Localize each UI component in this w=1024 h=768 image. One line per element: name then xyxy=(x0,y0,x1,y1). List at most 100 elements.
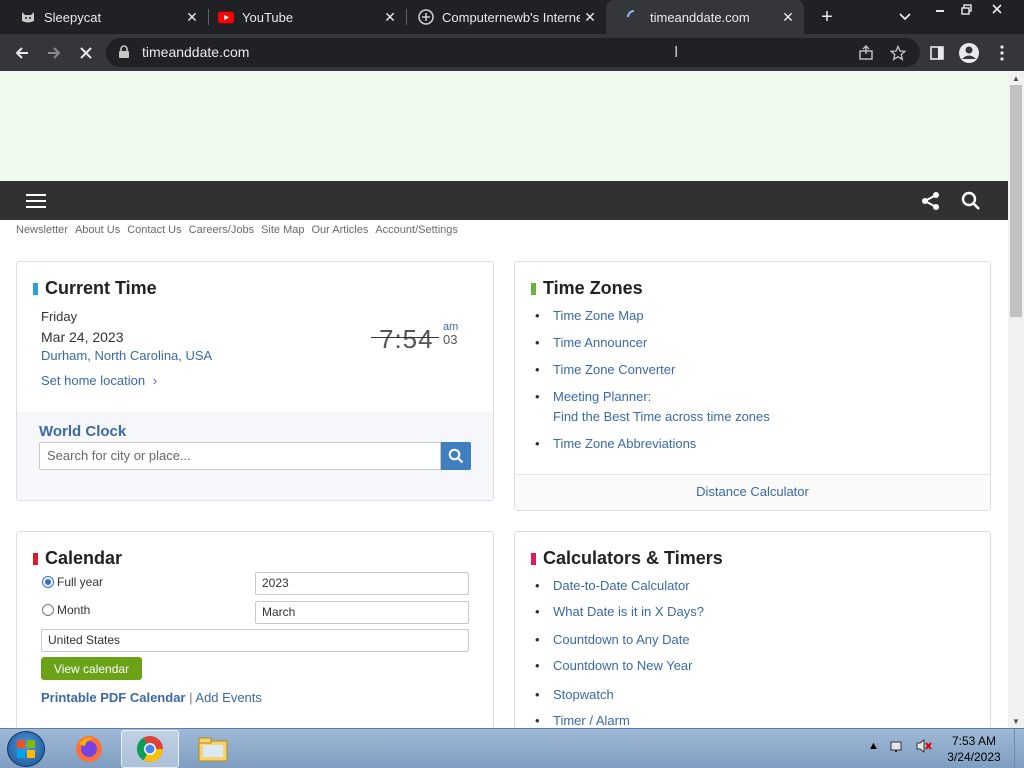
calendar-card: Calendar Full year Month 2023 March Unit… xyxy=(16,531,494,728)
clock-date: 3/24/2023 xyxy=(947,750,1001,764)
explorer-taskbar-button[interactable] xyxy=(184,730,242,768)
close-icon xyxy=(992,4,1002,14)
stop-loading-button[interactable] xyxy=(73,40,99,66)
add-events-link[interactable]: Add Events xyxy=(195,690,262,705)
location-link[interactable]: Durham, North Carolina, USA xyxy=(41,348,212,363)
list-item[interactable]: Time Zone Map xyxy=(535,308,770,323)
taskbar: ▲ 7:53 AM 3/24/2023 xyxy=(0,728,1024,768)
year-field[interactable]: 2023 xyxy=(255,572,469,595)
contact-us-link[interactable]: Contact Us xyxy=(127,224,181,236)
tab-timeanddate[interactable]: timeanddate.com ✕ xyxy=(606,0,804,34)
scroll-down-icon[interactable]: ▼ xyxy=(1008,714,1024,728)
distance-calculator-link[interactable]: Distance Calculator xyxy=(515,474,990,510)
set-home-location-link[interactable]: Set home location › xyxy=(41,373,157,388)
title-accent xyxy=(33,283,38,295)
calculators-card: Calculators & Timers Date-to-Date Calcul… xyxy=(514,531,991,728)
account-settings-link[interactable]: Account/Settings xyxy=(375,224,458,236)
month-radio[interactable] xyxy=(42,604,54,616)
tab-computernewb[interactable]: Computernewb's Internet ✕ xyxy=(398,0,606,34)
calculators-list: Date-to-Date Calculator What Date is it … xyxy=(535,578,704,728)
about-us-link[interactable]: About Us xyxy=(75,224,120,236)
tab-title: timeanddate.com xyxy=(650,9,750,25)
world-clock-section: World Clock Search for city or place... xyxy=(17,412,493,500)
view-calendar-button[interactable]: View calendar xyxy=(41,657,142,680)
forward-button[interactable] xyxy=(41,40,67,66)
close-window-button[interactable] xyxy=(982,0,1012,18)
start-button[interactable] xyxy=(7,731,45,767)
side-panel-button[interactable] xyxy=(924,40,950,66)
printable-pdf-link[interactable]: Printable PDF Calendar xyxy=(41,690,185,705)
page-scrollbar[interactable]: ▲ ▼ xyxy=(1008,71,1024,728)
search-icon[interactable] xyxy=(960,190,982,212)
new-tab-button[interactable]: + xyxy=(815,5,839,29)
show-hidden-icons-icon[interactable]: ▲ xyxy=(868,740,879,752)
arrow-right-icon xyxy=(48,47,61,59)
side-panel-icon xyxy=(930,46,944,60)
minimize-icon xyxy=(936,10,944,12)
card-title: Calendar xyxy=(45,548,123,568)
profile-button[interactable] xyxy=(956,40,982,66)
hamburger-menu-icon[interactable] xyxy=(26,194,46,208)
city-search-button[interactable] xyxy=(441,442,471,470)
menu-button[interactable] xyxy=(989,40,1015,66)
star-icon[interactable] xyxy=(888,43,908,63)
share-icon[interactable] xyxy=(920,190,942,212)
list-item[interactable]: What Date is it in X Days? xyxy=(535,604,704,619)
system-clock[interactable]: 7:53 AM 3/24/2023 xyxy=(938,733,1010,765)
close-icon[interactable]: ✕ xyxy=(778,7,798,27)
tab-youtube[interactable]: YouTube ✕ xyxy=(198,0,406,34)
url-text[interactable]: timeanddate.com xyxy=(142,44,249,60)
address-bar[interactable]: timeanddate.com I xyxy=(106,38,920,67)
tab-title: Computernewb's Internet xyxy=(442,9,580,25)
lock-icon[interactable] xyxy=(118,45,130,64)
list-item[interactable]: Time Zone Converter xyxy=(535,362,770,377)
list-item[interactable]: Time Announcer xyxy=(535,335,770,350)
careers-link[interactable]: Careers/Jobs xyxy=(189,224,254,236)
show-desktop-button[interactable] xyxy=(1014,729,1024,768)
meeting-planner-sub[interactable]: Find the Best Time across time zones xyxy=(535,404,770,424)
our-articles-link[interactable]: Our Articles xyxy=(311,224,368,236)
top-links: Newsletter About Us Contact Us Careers/J… xyxy=(16,224,458,236)
month-field[interactable]: March xyxy=(255,601,469,624)
list-item[interactable]: Countdown to Any Date xyxy=(535,632,704,647)
site-map-link[interactable]: Site Map xyxy=(261,224,304,236)
tab-sleepycat[interactable]: Sleepycat ✕ xyxy=(0,0,208,34)
close-icon[interactable]: ✕ xyxy=(580,7,600,27)
city-search-input[interactable]: Search for city or place... xyxy=(39,442,441,470)
newsletter-link[interactable]: Newsletter xyxy=(16,224,68,236)
volume-muted-icon[interactable] xyxy=(915,738,933,757)
chrome-taskbar-button[interactable] xyxy=(121,730,179,768)
title-accent xyxy=(531,283,536,295)
firefox-taskbar-button[interactable] xyxy=(60,730,118,768)
seconds-text: 03 xyxy=(443,332,458,347)
list-item[interactable]: Date-to-Date Calculator xyxy=(535,578,704,593)
chevron-right-icon: › xyxy=(152,373,158,388)
network-icon[interactable] xyxy=(890,738,906,757)
list-item[interactable]: Time Zone Abbreviations xyxy=(535,436,770,451)
list-item[interactable]: Meeting Planner: xyxy=(535,389,770,404)
list-item[interactable]: Stopwatch xyxy=(535,687,704,702)
card-title: Current Time xyxy=(45,278,157,298)
folder-icon xyxy=(198,737,228,762)
scroll-up-icon[interactable]: ▲ xyxy=(1008,71,1024,85)
minimize-button[interactable] xyxy=(927,0,953,18)
tab-search-button[interactable] xyxy=(894,5,916,29)
full-year-radio[interactable] xyxy=(42,576,54,588)
card-title: Calculators & Timers xyxy=(543,548,723,568)
web-page: Newsletter About Us Contact Us Careers/J… xyxy=(0,71,1008,728)
browser-toolbar: timeanddate.com I xyxy=(0,34,1024,71)
text-cursor-icon: I xyxy=(674,44,679,61)
back-button[interactable] xyxy=(9,40,35,66)
country-field[interactable]: United States xyxy=(41,629,469,652)
scroll-thumb[interactable] xyxy=(1010,85,1022,317)
time-zones-card: Time Zones Time Zone Map Time Announcer … xyxy=(514,261,991,511)
list-item[interactable]: Timer / Alarm xyxy=(535,713,704,728)
share-icon[interactable] xyxy=(856,43,876,63)
close-icon[interactable]: ✕ xyxy=(380,7,400,27)
windows-logo-icon xyxy=(17,740,35,758)
restore-button[interactable] xyxy=(953,0,979,18)
ad-banner xyxy=(0,71,1008,181)
world-clock-title[interactable]: World Clock xyxy=(39,423,126,440)
date-text: Mar 24, 2023 xyxy=(41,329,124,345)
list-item[interactable]: Countdown to New Year xyxy=(535,658,704,673)
